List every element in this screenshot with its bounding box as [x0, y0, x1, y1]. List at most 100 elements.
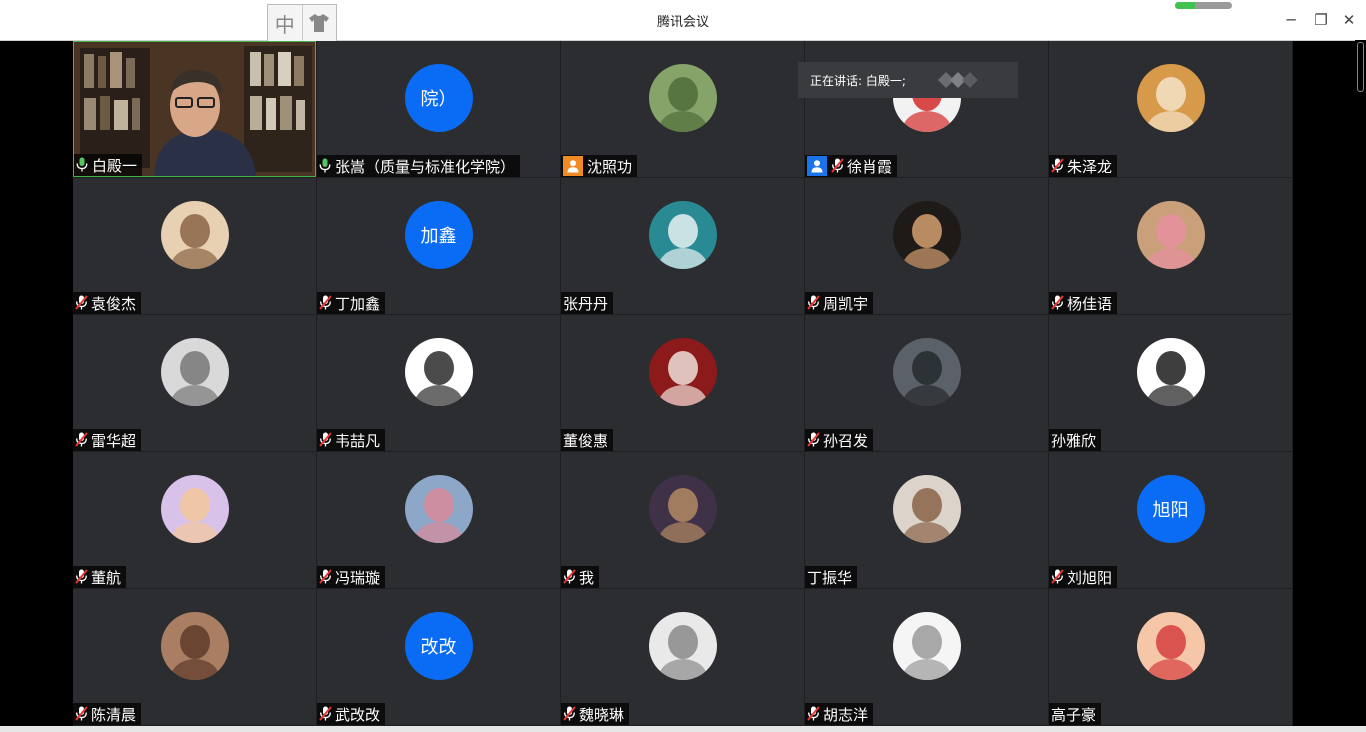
participant-name: 张丹丹: [563, 294, 609, 313]
person-photo-avatar: [160, 338, 229, 406]
participant-nameplate: 魏晓琳: [561, 703, 630, 725]
participant-tile[interactable]: 杨佳语: [1049, 178, 1292, 314]
participant-tile[interactable]: 改改 武改改: [317, 589, 560, 725]
participant-name: 董航: [91, 568, 122, 587]
microphone-muted-icon: [319, 706, 334, 722]
participant-tile[interactable]: 韦喆凡: [317, 315, 560, 451]
dog-photo-avatar: [648, 475, 717, 543]
participant-nameplate: 周凯宇: [805, 292, 874, 314]
microphone-muted-icon: [807, 706, 822, 722]
close-button[interactable]: ✕: [1338, 9, 1360, 31]
microphone-muted-icon: [831, 158, 846, 174]
participant-tile[interactable]: 陈清晨: [73, 589, 316, 725]
participant-tile[interactable]: 董航: [73, 452, 316, 588]
window-title: 腾讯会议: [656, 15, 709, 30]
participant-tile[interactable]: 我: [561, 452, 804, 588]
restore-button[interactable]: ❐: [1310, 9, 1332, 31]
participant-tile[interactable]: 胡志洋: [805, 589, 1048, 725]
participant-tile[interactable]: 张丹丹: [561, 178, 804, 314]
participant-name: 丁振华: [807, 568, 853, 587]
participant-name: 高子豪: [1051, 705, 1097, 724]
participant-tile[interactable]: 孙召发: [805, 315, 1048, 451]
participant-tile[interactable]: 高子豪: [1049, 589, 1292, 725]
participant-nameplate: 孙雅欣: [1049, 429, 1102, 451]
participant-name: 武改改: [335, 705, 381, 724]
participant-nameplate: 刘旭阳: [1049, 566, 1118, 588]
participant-name: 雷华超: [91, 431, 137, 450]
microphone-icon: [76, 157, 91, 173]
participant-name: 韦喆凡: [335, 431, 381, 450]
anime-boy-avatar: [404, 338, 473, 406]
participant-name: 孙雅欣: [1051, 431, 1097, 450]
participant-name: 杨佳语: [1067, 294, 1113, 313]
scroll-thumb[interactable]: [1357, 42, 1364, 92]
participant-nameplate: 孙召发: [805, 429, 874, 451]
avatar-initials: 旭阳: [1136, 475, 1205, 543]
minimize-button[interactable]: ─: [1280, 9, 1302, 31]
participant-nameplate: 袁俊杰: [73, 292, 142, 314]
classic-painting-avatar: [892, 201, 961, 269]
ime-mode-toggle[interactable]: 中: [268, 5, 302, 41]
participant-name: 刘旭阳: [1067, 568, 1113, 587]
speaking-banner: 正在讲话: 白殿一;: [798, 62, 1018, 98]
participant-name: 徐肖霞: [847, 157, 893, 176]
ime-toolbar[interactable]: 中: [267, 4, 337, 42]
participant-nameplate: 韦喆凡: [317, 429, 386, 451]
microphone-muted-icon: [319, 432, 334, 448]
participant-tile[interactable]: 袁俊杰: [73, 178, 316, 314]
participant-tile[interactable]: 白殿一: [73, 41, 316, 177]
cohost-badge-icon: [807, 156, 827, 176]
participant-tile[interactable]: 院） 张嵩（质量与标准化学院）: [317, 41, 560, 177]
participant-nameplate: 徐肖霞: [805, 155, 898, 177]
participant-nameplate: 白殿一: [74, 154, 143, 176]
participant-name: 我: [579, 568, 595, 587]
microphone-icon: [319, 158, 334, 174]
participant-tile[interactable]: 沈照功: [561, 41, 804, 177]
participant-tile[interactable]: 孙雅欣: [1049, 315, 1292, 451]
microphone-muted-icon: [319, 569, 334, 585]
white-hair-anime-avatar: [648, 612, 717, 680]
participant-tile[interactable]: 雷华超: [73, 315, 316, 451]
participant-name: 张嵩（质量与标准化学院）: [335, 157, 516, 176]
shirt-icon[interactable]: [301, 5, 337, 41]
participant-tile[interactable]: 朱泽龙: [1049, 41, 1292, 177]
portrait-photo-avatar: [160, 201, 229, 269]
microphone-muted-icon: [75, 706, 90, 722]
participant-nameplate: 高子豪: [1049, 703, 1102, 725]
participant-name: 沈照功: [587, 157, 633, 176]
participant-name: 陈清晨: [91, 705, 137, 724]
participant-nameplate: 董航: [73, 566, 127, 588]
participant-name: 朱泽龙: [1067, 157, 1113, 176]
network-signal-icon: [1175, 2, 1232, 9]
network-signal-level: [1175, 2, 1195, 9]
participant-nameplate: 张嵩（质量与标准化学院）: [317, 155, 521, 177]
participant-grid: 白殿一 院） 张嵩（质量与标准化学院） 沈照功 徐肖霞 朱泽龙袁俊杰 加鑫 丁加鑫 张丹丹 周凯宇…: [73, 41, 1293, 726]
anime-character-avatar: [160, 612, 229, 680]
participant-name: 周凯宇: [823, 294, 869, 313]
participant-tile[interactable]: 冯瑞璇: [317, 452, 560, 588]
participant-tile[interactable]: 魏晓琳: [561, 589, 804, 725]
man-in-coat-photo-avatar: [892, 338, 961, 406]
cat-photo-avatar: [1136, 201, 1205, 269]
participant-tile[interactable]: 旭阳刘旭阳: [1049, 452, 1292, 588]
manga-sketch-avatar: [892, 612, 961, 680]
participant-name: 冯瑞璇: [335, 568, 381, 587]
speaking-wave-icon: [936, 70, 980, 90]
crayon-shinchan-avatar: [1136, 612, 1205, 680]
microphone-muted-icon: [1051, 569, 1066, 585]
microphone-muted-icon: [807, 432, 822, 448]
sketch-portrait-avatar: [1136, 338, 1205, 406]
scrollbar[interactable]: [1355, 40, 1366, 725]
participant-nameplate: 我: [561, 566, 600, 588]
anime-girl-avatar: [648, 338, 717, 406]
participant-tile[interactable]: 董俊惠: [561, 315, 804, 451]
participant-nameplate: 沈照功: [561, 155, 638, 177]
participant-tile[interactable]: 周凯宇: [805, 178, 1048, 314]
boar-mask-avatar: [404, 475, 473, 543]
participant-nameplate: 胡志洋: [805, 703, 874, 725]
microphone-muted-icon: [807, 295, 822, 311]
eiffel-girl-illustration-avatar: [648, 201, 717, 269]
participant-tile[interactable]: 加鑫 丁加鑫: [317, 178, 560, 314]
participant-name: 白殿一: [92, 156, 138, 175]
participant-tile[interactable]: 丁振华: [805, 452, 1048, 588]
